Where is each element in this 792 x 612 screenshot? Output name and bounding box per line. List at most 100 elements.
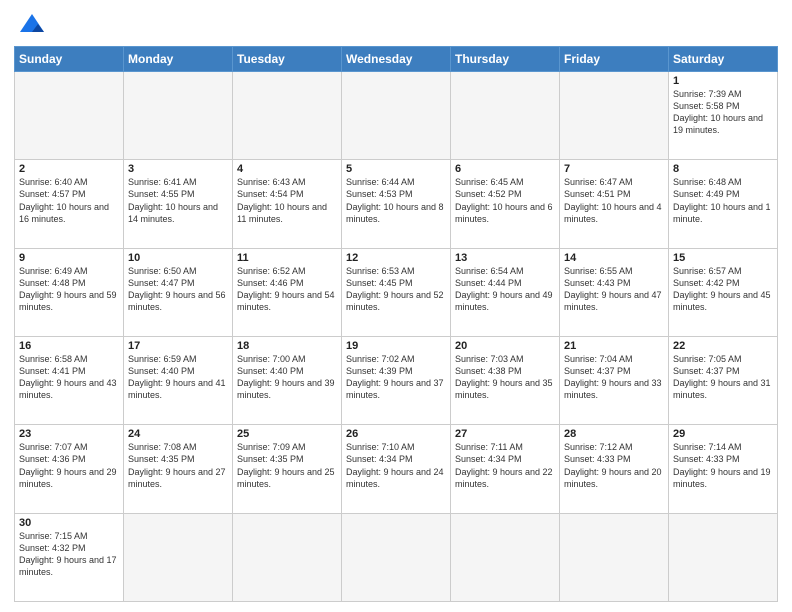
day-info: Sunrise: 7:07 AM Sunset: 4:36 PM Dayligh… xyxy=(19,441,119,490)
day-number: 9 xyxy=(19,252,119,264)
week-row-2: 2Sunrise: 6:40 AM Sunset: 4:57 PM Daylig… xyxy=(15,160,778,248)
day-cell: 20Sunrise: 7:03 AM Sunset: 4:38 PM Dayli… xyxy=(451,336,560,424)
day-info: Sunrise: 6:57 AM Sunset: 4:42 PM Dayligh… xyxy=(673,265,773,314)
week-row-6: 30Sunrise: 7:15 AM Sunset: 4:32 PM Dayli… xyxy=(15,513,778,601)
weekday-header-row: SundayMondayTuesdayWednesdayThursdayFrid… xyxy=(15,47,778,72)
day-cell: 1Sunrise: 7:39 AM Sunset: 5:58 PM Daylig… xyxy=(669,72,778,160)
day-info: Sunrise: 6:59 AM Sunset: 4:40 PM Dayligh… xyxy=(128,353,228,402)
day-number: 29 xyxy=(673,428,773,440)
day-cell: 9Sunrise: 6:49 AM Sunset: 4:48 PM Daylig… xyxy=(15,248,124,336)
day-info: Sunrise: 6:52 AM Sunset: 4:46 PM Dayligh… xyxy=(237,265,337,314)
day-number: 25 xyxy=(237,428,337,440)
day-cell: 14Sunrise: 6:55 AM Sunset: 4:43 PM Dayli… xyxy=(560,248,669,336)
calendar-table: SundayMondayTuesdayWednesdayThursdayFrid… xyxy=(14,46,778,602)
day-number: 19 xyxy=(346,340,446,352)
day-cell: 19Sunrise: 7:02 AM Sunset: 4:39 PM Dayli… xyxy=(342,336,451,424)
day-cell: 21Sunrise: 7:04 AM Sunset: 4:37 PM Dayli… xyxy=(560,336,669,424)
day-number: 10 xyxy=(128,252,228,264)
week-row-5: 23Sunrise: 7:07 AM Sunset: 4:36 PM Dayli… xyxy=(15,425,778,513)
day-info: Sunrise: 7:11 AM Sunset: 4:34 PM Dayligh… xyxy=(455,441,555,490)
day-cell xyxy=(669,513,778,601)
day-cell xyxy=(342,513,451,601)
day-number: 5 xyxy=(346,163,446,175)
week-row-1: 1Sunrise: 7:39 AM Sunset: 5:58 PM Daylig… xyxy=(15,72,778,160)
logo-icon xyxy=(18,10,46,38)
day-number: 2 xyxy=(19,163,119,175)
day-cell: 3Sunrise: 6:41 AM Sunset: 4:55 PM Daylig… xyxy=(124,160,233,248)
week-row-4: 16Sunrise: 6:58 AM Sunset: 4:41 PM Dayli… xyxy=(15,336,778,424)
day-number: 13 xyxy=(455,252,555,264)
day-number: 27 xyxy=(455,428,555,440)
day-cell xyxy=(124,513,233,601)
day-info: Sunrise: 6:41 AM Sunset: 4:55 PM Dayligh… xyxy=(128,176,228,225)
day-number: 30 xyxy=(19,517,119,529)
day-cell: 24Sunrise: 7:08 AM Sunset: 4:35 PM Dayli… xyxy=(124,425,233,513)
day-cell: 8Sunrise: 6:48 AM Sunset: 4:49 PM Daylig… xyxy=(669,160,778,248)
day-number: 18 xyxy=(237,340,337,352)
weekday-tuesday: Tuesday xyxy=(233,47,342,72)
day-number: 21 xyxy=(564,340,664,352)
weekday-monday: Monday xyxy=(124,47,233,72)
day-cell: 15Sunrise: 6:57 AM Sunset: 4:42 PM Dayli… xyxy=(669,248,778,336)
day-cell xyxy=(124,72,233,160)
day-number: 28 xyxy=(564,428,664,440)
day-cell xyxy=(233,513,342,601)
day-cell: 16Sunrise: 6:58 AM Sunset: 4:41 PM Dayli… xyxy=(15,336,124,424)
day-info: Sunrise: 7:15 AM Sunset: 4:32 PM Dayligh… xyxy=(19,530,119,579)
day-number: 24 xyxy=(128,428,228,440)
day-number: 11 xyxy=(237,252,337,264)
day-info: Sunrise: 7:00 AM Sunset: 4:40 PM Dayligh… xyxy=(237,353,337,402)
day-number: 26 xyxy=(346,428,446,440)
day-cell: 26Sunrise: 7:10 AM Sunset: 4:34 PM Dayli… xyxy=(342,425,451,513)
day-cell xyxy=(560,72,669,160)
day-info: Sunrise: 7:14 AM Sunset: 4:33 PM Dayligh… xyxy=(673,441,773,490)
day-number: 17 xyxy=(128,340,228,352)
weekday-sunday: Sunday xyxy=(15,47,124,72)
day-info: Sunrise: 7:05 AM Sunset: 4:37 PM Dayligh… xyxy=(673,353,773,402)
day-number: 3 xyxy=(128,163,228,175)
day-info: Sunrise: 6:58 AM Sunset: 4:41 PM Dayligh… xyxy=(19,353,119,402)
day-cell: 28Sunrise: 7:12 AM Sunset: 4:33 PM Dayli… xyxy=(560,425,669,513)
day-cell xyxy=(451,513,560,601)
day-cell: 17Sunrise: 6:59 AM Sunset: 4:40 PM Dayli… xyxy=(124,336,233,424)
day-info: Sunrise: 7:09 AM Sunset: 4:35 PM Dayligh… xyxy=(237,441,337,490)
day-number: 1 xyxy=(673,75,773,87)
day-cell: 5Sunrise: 6:44 AM Sunset: 4:53 PM Daylig… xyxy=(342,160,451,248)
header xyxy=(14,10,778,38)
week-row-3: 9Sunrise: 6:49 AM Sunset: 4:48 PM Daylig… xyxy=(15,248,778,336)
weekday-friday: Friday xyxy=(560,47,669,72)
day-cell: 4Sunrise: 6:43 AM Sunset: 4:54 PM Daylig… xyxy=(233,160,342,248)
day-cell: 27Sunrise: 7:11 AM Sunset: 4:34 PM Dayli… xyxy=(451,425,560,513)
day-cell: 23Sunrise: 7:07 AM Sunset: 4:36 PM Dayli… xyxy=(15,425,124,513)
day-number: 12 xyxy=(346,252,446,264)
day-cell xyxy=(451,72,560,160)
weekday-saturday: Saturday xyxy=(669,47,778,72)
logo xyxy=(14,10,46,38)
day-info: Sunrise: 6:49 AM Sunset: 4:48 PM Dayligh… xyxy=(19,265,119,314)
day-cell: 6Sunrise: 6:45 AM Sunset: 4:52 PM Daylig… xyxy=(451,160,560,248)
day-cell: 11Sunrise: 6:52 AM Sunset: 4:46 PM Dayli… xyxy=(233,248,342,336)
day-info: Sunrise: 6:53 AM Sunset: 4:45 PM Dayligh… xyxy=(346,265,446,314)
day-cell: 30Sunrise: 7:15 AM Sunset: 4:32 PM Dayli… xyxy=(15,513,124,601)
day-cell: 18Sunrise: 7:00 AM Sunset: 4:40 PM Dayli… xyxy=(233,336,342,424)
day-info: Sunrise: 6:47 AM Sunset: 4:51 PM Dayligh… xyxy=(564,176,664,225)
day-cell xyxy=(560,513,669,601)
day-cell xyxy=(342,72,451,160)
day-cell: 22Sunrise: 7:05 AM Sunset: 4:37 PM Dayli… xyxy=(669,336,778,424)
day-number: 23 xyxy=(19,428,119,440)
page: SundayMondayTuesdayWednesdayThursdayFrid… xyxy=(0,0,792,612)
day-info: Sunrise: 7:04 AM Sunset: 4:37 PM Dayligh… xyxy=(564,353,664,402)
day-number: 22 xyxy=(673,340,773,352)
day-cell: 7Sunrise: 6:47 AM Sunset: 4:51 PM Daylig… xyxy=(560,160,669,248)
day-info: Sunrise: 7:02 AM Sunset: 4:39 PM Dayligh… xyxy=(346,353,446,402)
day-cell: 29Sunrise: 7:14 AM Sunset: 4:33 PM Dayli… xyxy=(669,425,778,513)
day-info: Sunrise: 7:08 AM Sunset: 4:35 PM Dayligh… xyxy=(128,441,228,490)
day-info: Sunrise: 6:48 AM Sunset: 4:49 PM Dayligh… xyxy=(673,176,773,225)
day-info: Sunrise: 7:12 AM Sunset: 4:33 PM Dayligh… xyxy=(564,441,664,490)
weekday-wednesday: Wednesday xyxy=(342,47,451,72)
day-number: 15 xyxy=(673,252,773,264)
day-number: 7 xyxy=(564,163,664,175)
day-info: Sunrise: 6:55 AM Sunset: 4:43 PM Dayligh… xyxy=(564,265,664,314)
day-number: 4 xyxy=(237,163,337,175)
day-info: Sunrise: 6:40 AM Sunset: 4:57 PM Dayligh… xyxy=(19,176,119,225)
